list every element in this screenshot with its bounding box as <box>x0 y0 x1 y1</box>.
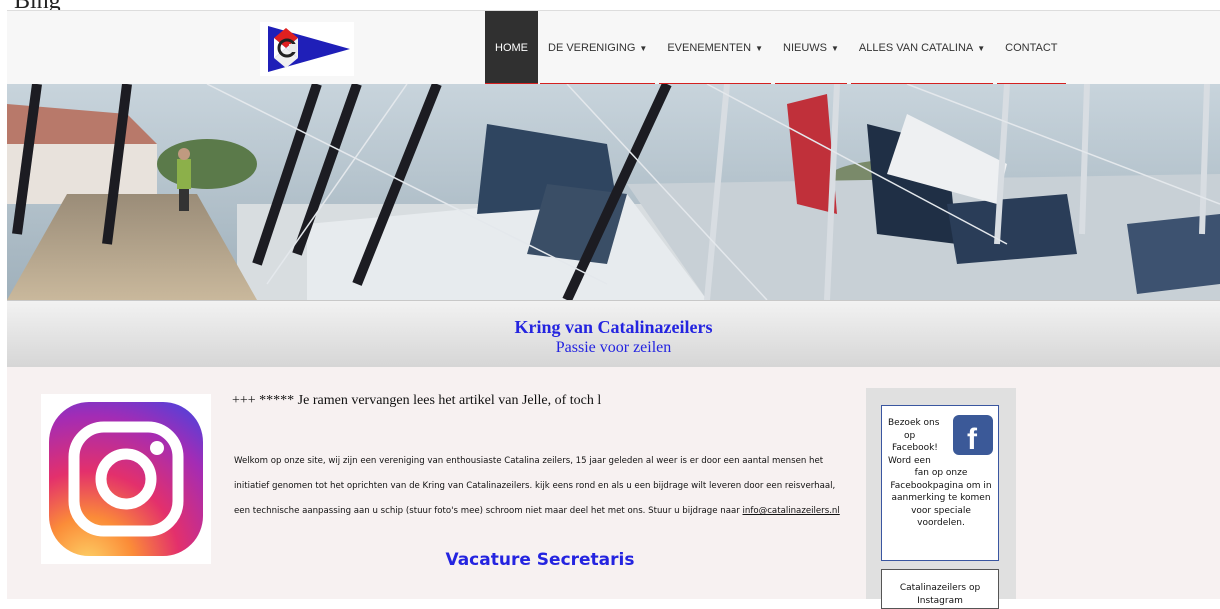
site-title: Kring van Catalinazeilers <box>514 317 713 337</box>
main-nav: HOME DE VERENIGING ▼ EVENEMENTEN ▼ NIEUWS ▼… <box>485 11 1068 85</box>
nav-de-vereniging[interactable]: DE VERENIGING ▼ <box>538 11 657 85</box>
welcome-text: Welkom op onze site, wij zijn een vereni… <box>234 449 846 524</box>
nav-evenementen[interactable]: EVENEMENTEN ▼ <box>657 11 773 85</box>
nav-contact[interactable]: CONTACT <box>995 11 1067 85</box>
title-band: Kring van Catalinazeilers Passie voor ze… <box>7 300 1220 368</box>
fb-line: Facebook! <box>892 443 938 453</box>
nav-label: HOME <box>495 42 528 54</box>
instagram-logo-link[interactable] <box>41 394 211 564</box>
nav-alles-van-catalina[interactable]: ALLES VAN CATALINA ▼ <box>849 11 995 85</box>
fb-line: Word een <box>888 455 931 466</box>
sidebar: f Bezoek ons op Facebook! Word een fan o… <box>866 388 1016 609</box>
vacature-heading: Vacature Secretaris <box>445 550 635 570</box>
marina-photo <box>7 84 1220 300</box>
nav-label: DE VERENIGING <box>548 42 636 54</box>
nav-nieuws[interactable]: NIEUWS ▼ <box>773 11 849 85</box>
nav-label: NIEUWS <box>783 42 827 54</box>
site-header: HOME DE VERENIGING ▼ EVENEMENTEN ▼ NIEUWS ▼… <box>7 10 1220 85</box>
instagram-box[interactable]: Catalinazeilers op Instagram <box>881 569 999 609</box>
caret-down-icon: ▼ <box>755 43 763 53</box>
nav-label: EVENEMENTEN <box>667 42 752 54</box>
fb-line: Bezoek ons <box>888 418 940 428</box>
facebook-box[interactable]: f Bezoek ons op Facebook! Word een fan o… <box>881 405 999 561</box>
caret-down-icon: ▼ <box>831 43 839 53</box>
fb-line: op <box>904 430 916 441</box>
main-content: +++ ***** Je ramen vervangen lees het ar… <box>7 367 1220 609</box>
nav-home[interactable]: HOME <box>485 11 538 85</box>
instagram-icon <box>49 402 203 556</box>
burgee-flag-icon <box>268 26 350 72</box>
email-link[interactable]: info@catalinazeilers.nl <box>743 506 840 516</box>
fb-line: fan op onze Facebookpagina om in aanmerk… <box>890 468 992 528</box>
hero-image <box>7 84 1220 300</box>
site-tagline: Passie voor zeilen <box>555 339 672 356</box>
caret-down-icon: ▼ <box>977 43 986 53</box>
site-logo[interactable] <box>260 22 354 76</box>
caret-down-icon: ▼ <box>639 43 648 53</box>
facebook-text: Bezoek ons op Facebook! Word een fan op … <box>888 417 994 530</box>
nav-label: ALLES VAN CATALINA <box>858 42 974 54</box>
nav-label: CONTACT <box>1005 42 1058 54</box>
news-ticker[interactable]: +++ ***** Je ramen vervangen lees het ar… <box>232 393 839 409</box>
